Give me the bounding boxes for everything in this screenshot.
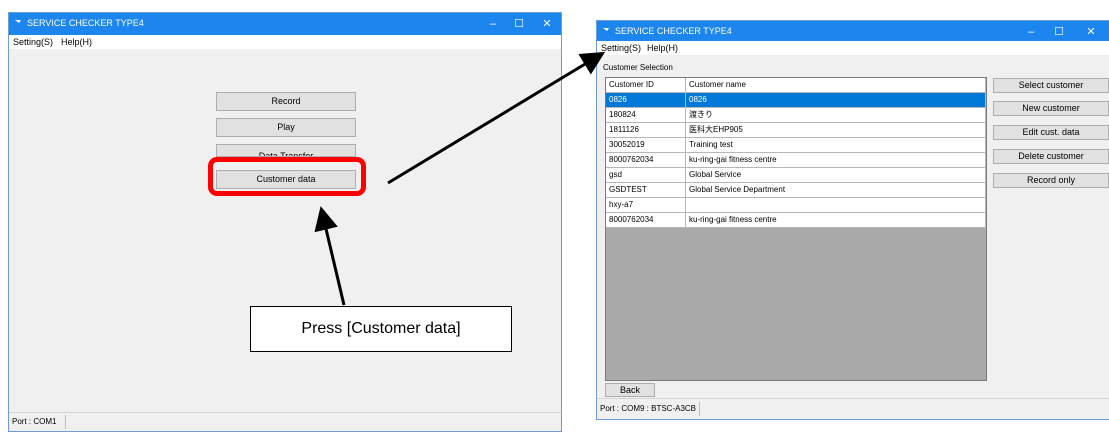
annotation-arrows [314,51,606,306]
arrow-to-window [387,51,606,185]
arrow-to-button [314,206,346,306]
